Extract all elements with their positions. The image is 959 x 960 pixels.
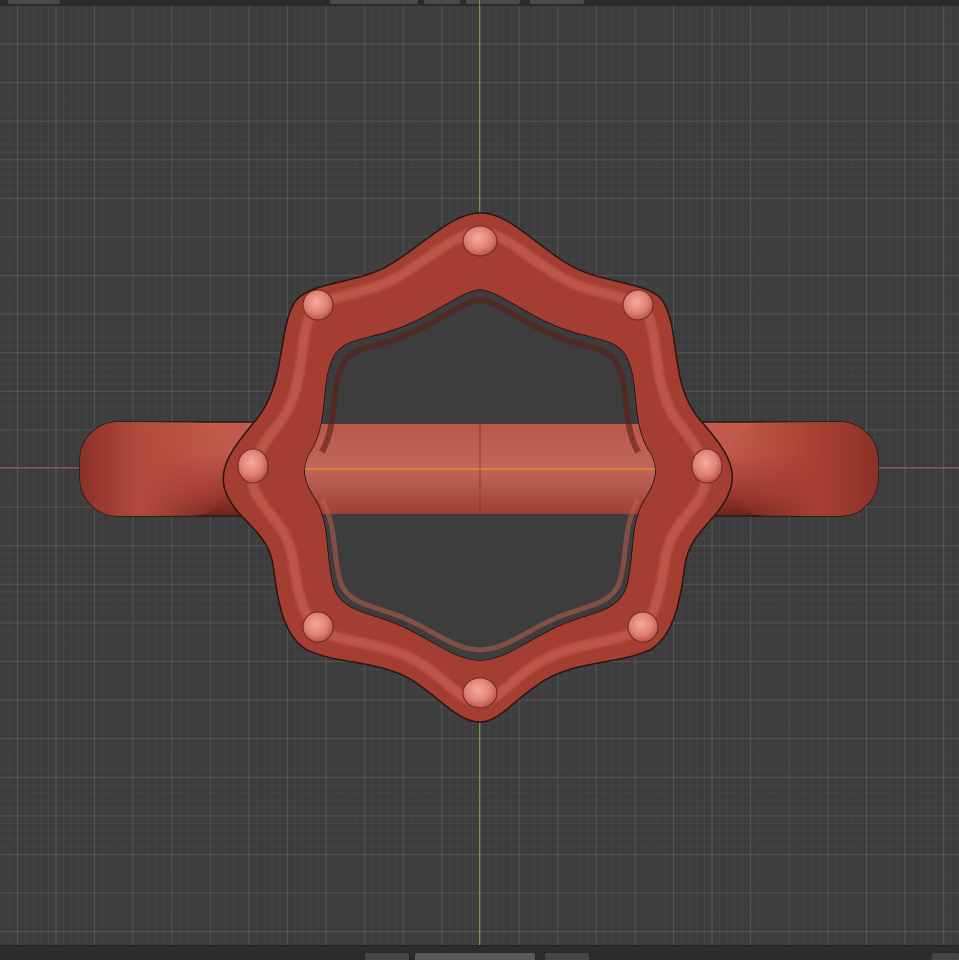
scene-render[interactable] [0, 0, 959, 959]
bead-top [462, 225, 498, 257]
bead-top-left [302, 289, 334, 321]
bead-left [237, 448, 269, 484]
3d-viewport[interactable] [0, 0, 959, 960]
bead-bottom-left [302, 611, 334, 643]
timeline-header [0, 945, 959, 960]
bead-bottom [462, 677, 498, 709]
bead-bottom-right [627, 611, 659, 643]
bead-right [691, 448, 723, 484]
bead-top-right [622, 289, 654, 321]
